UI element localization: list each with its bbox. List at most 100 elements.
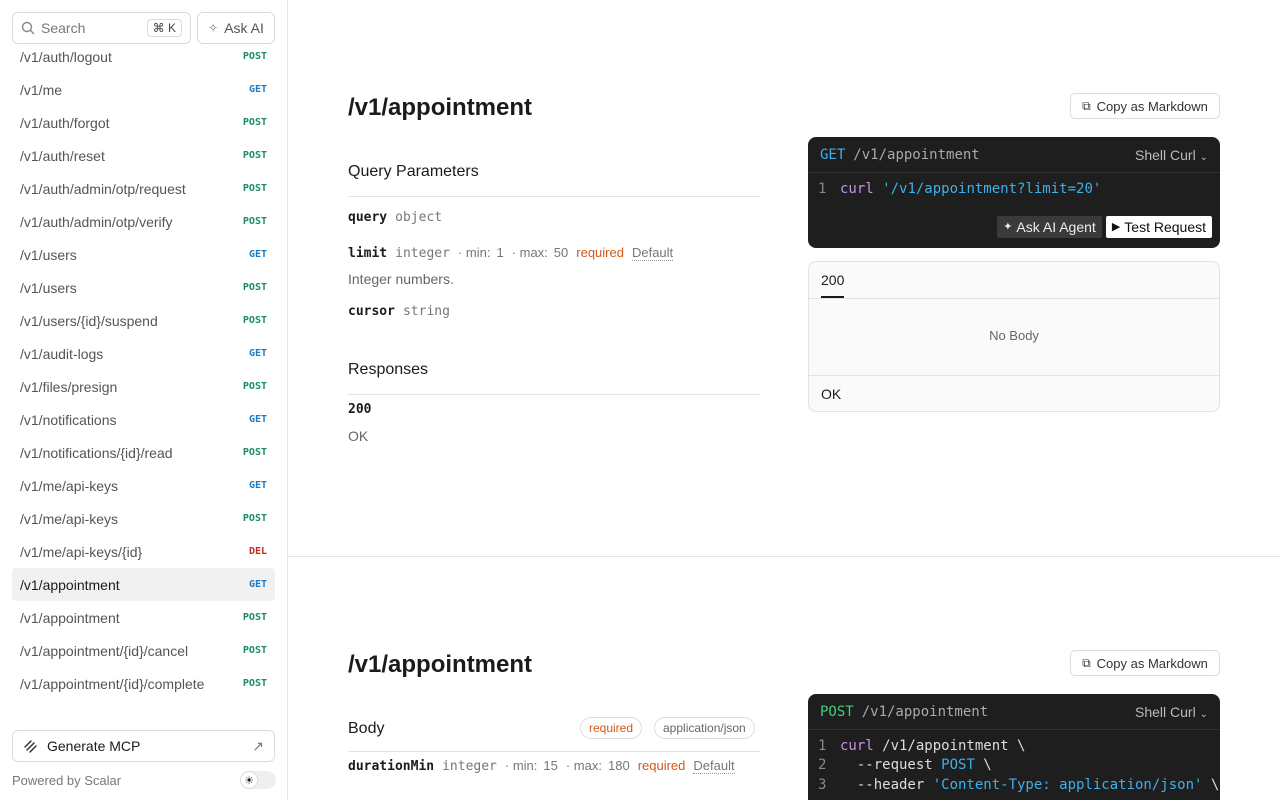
method-badge: GET xyxy=(248,480,267,491)
divider xyxy=(809,375,1219,376)
required-badge: required xyxy=(637,758,686,773)
param-durationMin: durationMin integer · min: 15 · max: 180… xyxy=(348,758,735,774)
sidebar-item-label: /v1/users xyxy=(20,246,77,263)
generate-mcp-button[interactable]: Generate MCP ↗ xyxy=(12,730,275,762)
method-badge: POST xyxy=(242,315,267,326)
sidebar-item[interactable]: /v1/auth/reset POST xyxy=(12,139,275,172)
default-link[interactable]: Default xyxy=(693,758,735,774)
language-select[interactable]: Shell Curl ⌄ xyxy=(1135,147,1208,163)
sidebar-item[interactable]: /v1/me/api-keys GET xyxy=(12,469,275,502)
copy-icon: ⧉ xyxy=(1082,98,1091,113)
language-label: Shell Curl xyxy=(1135,146,1196,163)
method-badge: POST xyxy=(242,513,267,524)
code-line: 1 curl '/v1/appointment?limit=20' xyxy=(808,179,1220,199)
code-sample-footer: ✦ Ask AI Agent ▶ Test Request xyxy=(808,209,1220,245)
sidebar-item[interactable]: /v1/appointment/{id}/complete POST xyxy=(12,667,275,700)
method-badge: POST xyxy=(242,447,267,458)
response-status-code: 200 xyxy=(348,402,372,417)
sidebar-item[interactable]: /v1/notifications GET xyxy=(12,403,275,436)
param-max-label: · max: xyxy=(565,758,602,773)
sidebar-item-label: /v1/notifications/{id}/read xyxy=(20,444,173,461)
sidebar-item-label: /v1/appointment xyxy=(20,576,120,593)
theme-toggle[interactable]: ☀ xyxy=(240,771,276,789)
sidebar-item[interactable]: /v1/appointment POST xyxy=(12,601,275,634)
endpoint-section-post: /v1/appointment ⧉ Copy as Markdown Body … xyxy=(288,557,1280,800)
sidebar-item[interactable]: /v1/auth/forgot POST xyxy=(12,106,275,139)
response-status-text: OK xyxy=(821,386,842,402)
method-badge: GET xyxy=(248,414,267,425)
sidebar-item-label: /v1/auth/logout xyxy=(20,48,112,65)
copy-icon: ⧉ xyxy=(1082,655,1091,670)
sidebar-item[interactable]: /v1/audit-logs GET xyxy=(12,337,275,370)
search-shortcut: ⌘ K xyxy=(146,19,182,37)
sun-icon: ☀ xyxy=(240,771,258,789)
code-sample: GET /v1/appointment Shell Curl ⌄ 1 curl … xyxy=(808,137,1220,248)
chevron-down-icon: ⌄ xyxy=(1199,708,1208,720)
sidebar-item-label: /v1/users xyxy=(20,279,77,296)
sidebar-item[interactable]: /v1/me GET xyxy=(12,73,275,106)
method-badge: POST xyxy=(242,117,267,128)
divider xyxy=(348,196,760,197)
code-text: \ xyxy=(974,757,992,774)
sidebar-item[interactable]: /v1/files/presign POST xyxy=(12,370,275,403)
content-type-badge[interactable]: application/json xyxy=(654,717,755,739)
param-name: query xyxy=(348,210,388,225)
sidebar-item[interactable]: /v1/users POST xyxy=(12,271,275,304)
divider xyxy=(809,298,1219,299)
sidebar-item-label: /v1/me/api-keys xyxy=(20,477,119,494)
sidebar-top-bar: Search ⌘ K ✧ Ask AI xyxy=(12,12,275,44)
method-badge: GET xyxy=(248,348,267,359)
sidebar-item-label: /v1/appointment xyxy=(20,609,120,626)
param-type: integer xyxy=(442,759,497,774)
code-sample: POST /v1/appointment Shell Curl ⌄ 1 curl… xyxy=(808,694,1220,800)
sidebar-item[interactable]: /v1/users/{id}/suspend POST xyxy=(12,304,275,337)
sidebar-item[interactable]: /v1/users GET xyxy=(12,238,275,271)
param-query: query object xyxy=(348,210,442,225)
method-badge: POST xyxy=(242,678,267,689)
sidebar-item[interactable]: /v1/me/api-keys POST xyxy=(12,502,275,535)
copy-markdown-button[interactable]: ⧉ Copy as Markdown xyxy=(1070,650,1220,676)
code-value: POST xyxy=(941,757,975,774)
search-input[interactable]: Search ⌘ K xyxy=(12,12,191,44)
copy-markdown-button[interactable]: ⧉ Copy as Markdown xyxy=(1070,93,1220,119)
search-icon xyxy=(21,21,35,35)
sidebar-item[interactable]: /v1/notifications/{id}/read POST xyxy=(12,436,275,469)
body-required-badge: required xyxy=(580,717,643,739)
param-max-label: · max: xyxy=(511,245,548,260)
ask-ai-button[interactable]: ✧ Ask AI xyxy=(197,12,275,44)
endpoint-section-get: /v1/appointment ⧉ Copy as Markdown Query… xyxy=(288,0,1280,556)
sidebar-nav: /v1/auth/refreshPOST/v1/auth/logoutPOST/… xyxy=(12,24,275,700)
sidebar-item[interactable]: /v1/appointment/{id}/cancel POST xyxy=(12,634,275,667)
param-type: object xyxy=(395,210,443,225)
sidebar-item-label: /v1/auth/admin/otp/verify xyxy=(20,213,173,230)
sidebar-item[interactable]: /v1/auth/admin/otp/request POST xyxy=(12,172,275,205)
body-heading: Body xyxy=(348,720,385,737)
code-command: curl xyxy=(840,180,874,197)
ask-ai-agent-button[interactable]: ✦ Ask AI Agent xyxy=(997,215,1102,238)
response-tab-200[interactable]: 200 xyxy=(821,272,845,298)
sidebar-item[interactable]: /v1/me/api-keys/{id} DEL xyxy=(12,535,275,568)
param-type: integer xyxy=(395,246,450,261)
sidebar-item-label: /v1/appointment/{id}/complete xyxy=(20,675,205,692)
external-arrow-icon: ↗ xyxy=(252,737,264,754)
code-text: /v1/appointment \ xyxy=(873,737,1026,754)
main-content: /v1/appointment ⧉ Copy as Markdown Query… xyxy=(288,0,1280,800)
code-value: 'Content-Type: application/json' xyxy=(932,776,1203,793)
method-badge: POST xyxy=(242,612,267,623)
code-argument: '/v1/appointment?limit=20' xyxy=(882,180,1102,197)
sidebar-item-label: /v1/auth/reset xyxy=(20,147,105,164)
test-request-button[interactable]: ▶ Test Request xyxy=(1105,215,1212,238)
divider xyxy=(348,394,760,395)
line-number: 1 xyxy=(818,737,827,754)
query-parameters-heading: Query Parameters xyxy=(348,163,479,180)
sidebar-item[interactable]: /v1/auth/admin/otp/verify POST xyxy=(12,205,275,238)
test-request-label: Test Request xyxy=(1124,218,1206,235)
sidebar-item[interactable]: /v1/auth/logout POST xyxy=(12,40,275,73)
code-line: 2 --request POST \ xyxy=(808,756,1220,776)
language-select[interactable]: Shell Curl ⌄ xyxy=(1135,704,1208,720)
param-max: 50 xyxy=(553,245,569,260)
default-link[interactable]: Default xyxy=(631,245,674,261)
sidebar-item[interactable]: /v1/appointment GET xyxy=(12,568,275,601)
method-badge: POST xyxy=(242,51,267,62)
sidebar-item-label: /v1/audit-logs xyxy=(20,345,104,362)
